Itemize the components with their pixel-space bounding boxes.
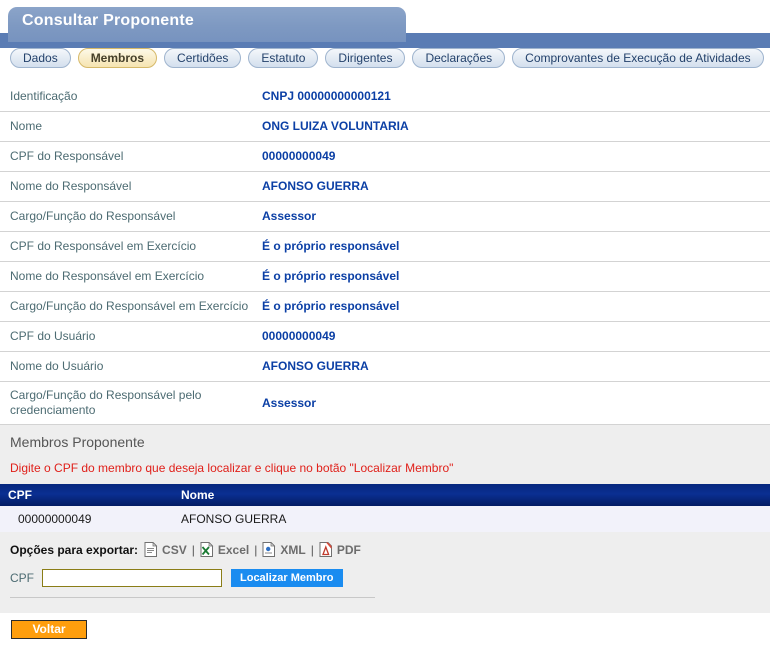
excel-file-icon — [200, 541, 214, 557]
detail-value: CNPJ 00000000000121 — [262, 89, 391, 103]
members-panel: Membros Proponente Digite o CPF do membr… — [0, 425, 770, 613]
detail-value: É o próprio responsável — [262, 239, 400, 253]
cell-nome: AFONSO GUERRA — [173, 506, 770, 532]
page-footer: Voltar — [0, 613, 770, 639]
detail-row: Cargo/Função do Responsável em Exercício… — [0, 292, 770, 322]
detail-row: Nome do Responsável em Exercício É o pró… — [0, 262, 770, 292]
export-excel-link[interactable]: Excel — [200, 541, 250, 557]
tab-dados[interactable]: Dados — [10, 48, 71, 68]
table-row[interactable]: 00000000049 AFONSO GUERRA — [0, 506, 770, 532]
page-header: Consultar Proponente — [0, 0, 770, 48]
detail-label: CPF do Responsável — [10, 149, 124, 163]
members-table: CPF Nome 00000000049 AFONSO GUERRA — [0, 484, 770, 532]
member-search-row: CPF Localizar Membro — [0, 565, 770, 597]
cell-cpf: 00000000049 — [0, 506, 173, 532]
export-separator: | — [310, 542, 314, 557]
detail-label: Nome do Responsável — [10, 179, 132, 193]
detail-label: Nome — [10, 119, 43, 133]
tab-membros[interactable]: Membros — [77, 48, 158, 68]
detail-value: AFONSO GUERRA — [262, 179, 369, 193]
detail-label: Identificação — [10, 89, 78, 103]
detail-value: Assessor — [262, 209, 317, 223]
detail-value: 00000000049 — [262, 149, 336, 163]
detail-row: Identificação CNPJ 00000000000121 — [0, 82, 770, 112]
tab-declaracoes[interactable]: Declarações — [412, 48, 506, 68]
tab-estatuto[interactable]: Estatuto — [248, 48, 319, 68]
panel-footer-spacer — [0, 598, 770, 613]
export-pdf-label: PDF — [336, 542, 361, 557]
search-instruction-message: Digite o CPF do membro que deseja locali… — [0, 458, 770, 484]
tab-bar: Dados Membros Certidões Estatuto Dirigentes D… — [0, 48, 770, 74]
detail-value: AFONSO GUERRA — [262, 359, 369, 373]
detail-row: Cargo/Função do Responsável pelo credenc… — [0, 382, 770, 425]
detail-label: Cargo/Função do Responsável — [10, 209, 176, 223]
export-separator: | — [254, 542, 258, 557]
cpf-field-label: CPF — [10, 571, 34, 585]
detail-label: Nome do Usuário — [10, 359, 104, 373]
export-xml-link[interactable]: XML — [262, 541, 306, 557]
detail-row: CPF do Responsável em Exercício É o próp… — [0, 232, 770, 262]
column-header-cpf[interactable]: CPF — [0, 484, 173, 506]
detail-value: É o próprio responsável — [262, 269, 400, 283]
detail-label: Nome do Responsável em Exercício — [10, 269, 205, 283]
detail-row: Nome do Usuário AFONSO GUERRA — [0, 352, 770, 382]
column-header-nome[interactable]: Nome — [173, 484, 770, 506]
proponent-details: Identificação CNPJ 00000000000121 Nome O… — [0, 82, 770, 425]
detail-value: É o próprio responsável — [262, 299, 400, 313]
export-options-label: Opções para exportar: — [10, 542, 139, 557]
detail-row: Nome do Responsável AFONSO GUERRA — [0, 172, 770, 202]
xml-file-icon — [262, 541, 276, 557]
detail-label: CPF do Responsável em Exercício — [10, 239, 197, 253]
detail-value: 00000000049 — [262, 329, 336, 343]
detail-row: CPF do Responsável 00000000049 — [0, 142, 770, 172]
detail-row: CPF do Usuário 00000000049 — [0, 322, 770, 352]
export-pdf-link[interactable]: PDF — [319, 542, 361, 557]
csv-file-icon — [144, 541, 158, 557]
export-separator: | — [191, 542, 195, 557]
tab-dirigentes[interactable]: Dirigentes — [325, 48, 406, 68]
back-button[interactable]: Voltar — [11, 620, 87, 639]
cpf-input[interactable] — [42, 569, 222, 587]
export-xml-label: XML — [280, 542, 306, 557]
detail-label: CPF do Usuário — [10, 329, 96, 343]
detail-value: ONG LUIZA VOLUNTARIA — [262, 119, 409, 133]
export-excel-label: Excel — [217, 542, 250, 557]
table-header-row: CPF Nome — [0, 484, 770, 506]
detail-label: Cargo/Função do Responsável em Exercício — [10, 299, 249, 313]
tab-comprovantes-execucao-atividades[interactable]: Comprovantes de Execução de Atividades — [512, 48, 764, 68]
export-csv-link[interactable]: CSV — [144, 541, 187, 557]
pdf-file-icon — [319, 542, 333, 557]
detail-row: Nome ONG LUIZA VOLUNTARIA — [0, 112, 770, 142]
export-options-row: Opções para exportar: CSV | Excel | XML … — [0, 532, 770, 565]
page-title: Consultar Proponente — [22, 12, 195, 29]
detail-value: Assessor — [262, 395, 317, 410]
detail-row: Cargo/Função do Responsável Assessor — [0, 202, 770, 232]
export-csv-label: CSV — [162, 542, 187, 557]
tab-certidoes[interactable]: Certidões — [164, 48, 242, 68]
section-title: Membros Proponente — [0, 425, 770, 458]
locate-member-button[interactable]: Localizar Membro — [231, 569, 343, 587]
detail-label: Cargo/Função do Responsável pelo credenc… — [10, 388, 202, 417]
